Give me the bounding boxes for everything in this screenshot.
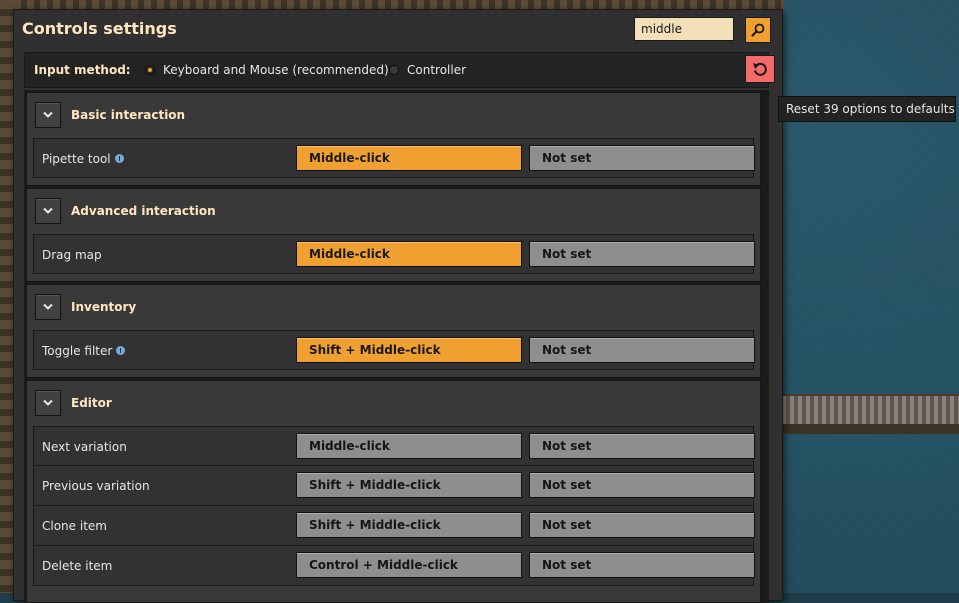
secondary-binding-button[interactable]: Not set <box>529 241 755 267</box>
secondary-binding-button[interactable]: Not set <box>529 552 755 578</box>
input-method-bar: Input method: Keyboard and Mouse (recomm… <box>24 52 775 88</box>
reset-icon <box>753 62 767 76</box>
settings-content: Basic interaction Pipette tool Middle-cl… <box>24 90 769 603</box>
setting-row-next-variation: Next variation Middle-click Not set <box>33 426 755 466</box>
setting-label: Drag map <box>42 248 102 262</box>
setting-row-delete-item: Delete item Control + Middle-click Not s… <box>33 546 755 586</box>
collapse-button[interactable] <box>35 102 61 128</box>
setting-label: Delete item <box>42 559 113 573</box>
chevron-down-icon <box>43 111 53 118</box>
primary-binding-button[interactable]: Middle-click <box>296 433 522 459</box>
setting-label: Toggle filter <box>42 344 126 358</box>
section-advanced-interaction: Advanced interaction Drag map Middle-cli… <box>26 188 761 282</box>
setting-row-toggle-filter: Toggle filter Shift + Middle-click Not s… <box>33 330 755 370</box>
search-button[interactable] <box>745 17 771 43</box>
search-input[interactable] <box>634 17 734 41</box>
secondary-binding-button[interactable]: Not set <box>529 337 755 363</box>
primary-binding-button[interactable]: Shift + Middle-click <box>296 512 522 538</box>
primary-binding-button[interactable]: Shift + Middle-click <box>296 337 522 363</box>
setting-row-drag-map: Drag map Middle-click Not set <box>33 234 755 274</box>
section-basic-interaction: Basic interaction Pipette tool Middle-cl… <box>26 92 761 186</box>
section-header: Editor <box>27 381 760 426</box>
section-title: Editor <box>71 396 112 410</box>
setting-label: Pipette tool <box>42 152 124 166</box>
setting-row-pipette-tool: Pipette tool Middle-click Not set <box>33 138 755 178</box>
radio-keyboard-mouse[interactable] <box>145 65 155 75</box>
section-inventory: Inventory Toggle filter Shift + Middle-c… <box>26 284 761 378</box>
chevron-down-icon <box>43 207 53 214</box>
game-conveyor-belt <box>782 394 959 428</box>
primary-binding-button[interactable]: Middle-click <box>296 241 522 267</box>
reset-to-defaults-button[interactable] <box>745 55 775 83</box>
section-header: Inventory <box>27 285 760 330</box>
setting-row-previous-variation: Previous variation Shift + Middle-click … <box>33 466 755 506</box>
section-title: Inventory <box>71 300 137 314</box>
radio-controller-label[interactable]: Controller <box>407 63 466 77</box>
setting-label: Clone item <box>42 519 107 533</box>
section-header: Basic interaction <box>27 93 760 138</box>
section-title: Advanced interaction <box>71 204 216 218</box>
titlebar: Controls settings <box>14 10 782 52</box>
radio-keyboard-mouse-label[interactable]: Keyboard and Mouse (recommended) <box>163 63 389 77</box>
primary-binding-button[interactable]: Shift + Middle-click <box>296 472 522 498</box>
search-icon <box>751 23 765 37</box>
info-icon[interactable] <box>116 346 126 355</box>
controls-settings-window: Controls settings Input method: Keyboard… <box>14 10 782 603</box>
reset-tooltip: Reset 39 options to defaults <box>778 96 956 122</box>
secondary-binding-button[interactable]: Not set <box>529 433 755 459</box>
game-structure-left <box>0 0 14 593</box>
collapse-button[interactable] <box>35 198 61 224</box>
section-title: Basic interaction <box>71 108 186 122</box>
chevron-down-icon <box>43 399 53 406</box>
section-editor: Editor Next variation Middle-click Not s… <box>26 380 761 603</box>
input-method-label: Input method: <box>34 63 131 77</box>
game-shore <box>782 424 959 434</box>
primary-binding-button[interactable]: Control + Middle-click <box>296 552 522 578</box>
setting-label: Previous variation <box>42 479 150 493</box>
window-title: Controls settings <box>22 19 177 38</box>
info-icon[interactable] <box>114 154 124 163</box>
setting-row-clone-item: Clone item Shift + Middle-click Not set <box>33 506 755 546</box>
primary-binding-button[interactable]: Middle-click <box>296 145 522 171</box>
setting-label: Next variation <box>42 440 127 454</box>
secondary-binding-button[interactable]: Not set <box>529 472 755 498</box>
secondary-binding-button[interactable]: Not set <box>529 145 755 171</box>
section-header: Advanced interaction <box>27 189 760 234</box>
collapse-button[interactable] <box>35 390 61 416</box>
game-structure-top <box>14 0 784 10</box>
secondary-binding-button[interactable]: Not set <box>529 512 755 538</box>
radio-controller[interactable] <box>389 65 399 75</box>
collapse-button[interactable] <box>35 294 61 320</box>
chevron-down-icon <box>43 303 53 310</box>
